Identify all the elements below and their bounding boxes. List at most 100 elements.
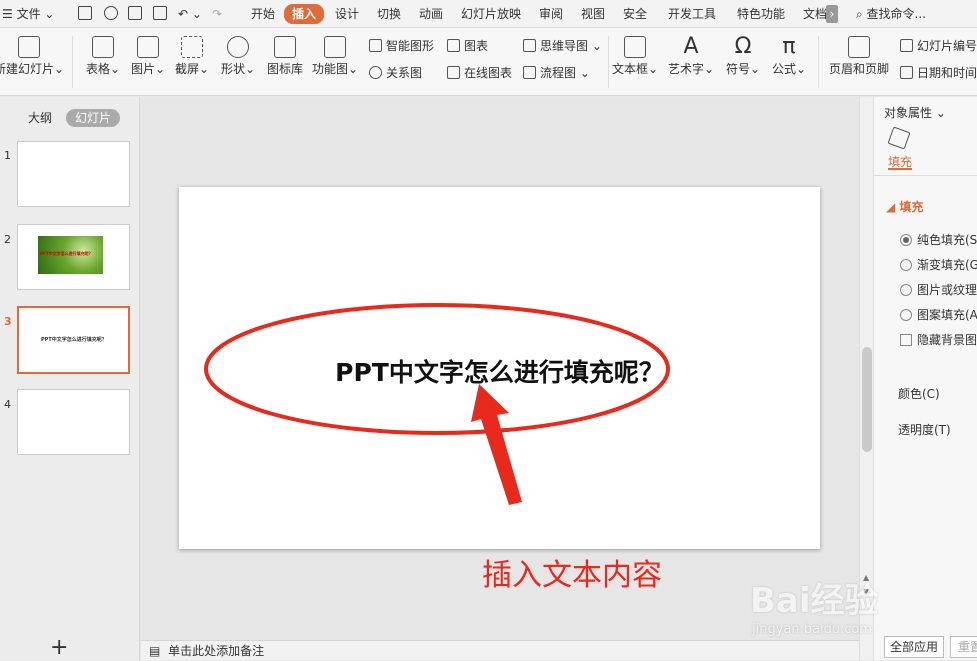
tab-view[interactable]: 视图 — [581, 5, 605, 23]
tab-scroll-right-icon[interactable]: › — [826, 5, 838, 23]
tab-fill[interactable]: 填充 — [888, 154, 913, 170]
slide-title-text[interactable]: PPT中文字怎么进行填充呢？ — [179, 353, 820, 389]
table-button[interactable]: 表格⌄ — [83, 36, 123, 76]
tab-document[interactable]: 文档 — [803, 5, 827, 23]
slide-number-icon — [900, 39, 913, 52]
mindmap-icon — [523, 39, 536, 52]
tab-animation[interactable]: 动画 — [419, 5, 443, 23]
tab-insert[interactable]: 插入 — [284, 4, 325, 24]
tab-transition[interactable]: 切换 — [377, 5, 401, 23]
symbol-button[interactable]: Ω 符号⌄ — [722, 34, 764, 77]
function-chart-label: 功能图⌄ — [312, 62, 359, 76]
command-search[interactable]: ⌕ 查找命令... — [856, 5, 926, 23]
tab-slideshow[interactable]: 幻灯片放映 — [461, 5, 521, 23]
header-footer-icon — [848, 36, 870, 58]
wordart-button[interactable]: A 艺术字⌄ — [666, 36, 716, 77]
tab-review[interactable]: 审阅 — [539, 5, 563, 23]
ribbon-divider — [608, 36, 609, 88]
apply-all-button[interactable]: 全部应用 — [884, 636, 944, 658]
screenshot-button[interactable]: 截屏⌄ — [172, 36, 212, 76]
slide-number: 2 — [4, 233, 11, 246]
picture-button[interactable]: 图片⌄ — [128, 36, 168, 76]
chart-label: 图表 — [464, 39, 489, 53]
tab-security[interactable]: 安全 — [623, 5, 647, 23]
chart-button[interactable]: 图表 — [447, 38, 488, 54]
mindmap-button[interactable]: 思维导图 ⌄ — [523, 38, 602, 54]
tab-developer[interactable]: 开发工具 — [668, 5, 716, 23]
online-chart-button[interactable]: 在线图表 — [447, 65, 512, 81]
flowchart-label: 流程图 — [540, 66, 577, 80]
scroll-up-icon[interactable]: ▲ — [863, 573, 869, 582]
fill-bucket-icon — [887, 126, 911, 150]
add-slide-icon[interactable]: + — [50, 637, 68, 659]
scroll-down-icon[interactable]: ▼ — [863, 587, 869, 596]
pane-divider — [874, 175, 977, 176]
object-properties-pane: 对象属性 ⌄ 填充 ◢ 填充 纯色填充(S) 渐变填充(G) 图片或纹理 图案填… — [873, 97, 977, 660]
slide-number-button[interactable]: 幻灯片编号 — [900, 38, 977, 54]
relation-chart-button[interactable]: 关系图 — [369, 65, 422, 81]
tab-special-features[interactable]: 特色功能 — [737, 5, 785, 23]
command-search-label: 查找命令... — [866, 7, 926, 21]
slide-thumbnail-4[interactable] — [17, 389, 130, 455]
picture-texture-fill-radio[interactable]: 图片或纹理 — [900, 282, 977, 298]
solid-fill-radio[interactable]: 纯色填充(S) — [900, 232, 977, 248]
formula-button[interactable]: π 公式⌄ — [768, 34, 810, 77]
slide-number: 4 — [4, 398, 11, 411]
undo-icon[interactable]: ↶ ⌄ — [178, 5, 202, 23]
notes-bar[interactable]: ▤ 单击此处添加备注 — [141, 640, 859, 660]
redo-icon[interactable]: ↷ — [212, 5, 222, 23]
function-chart-button[interactable]: 功能图⌄ — [312, 36, 358, 76]
wordart-label: 艺术字⌄ — [667, 62, 715, 76]
color-label: 颜色(C) — [898, 387, 940, 401]
pi-icon: π — [782, 34, 796, 59]
reset-button[interactable]: 重置 — [950, 636, 977, 658]
hide-background-checkbox[interactable]: 隐藏背景图 — [900, 332, 977, 348]
slide-number: 3 — [4, 315, 12, 328]
chart-icon — [447, 39, 460, 52]
flowchart-icon — [523, 66, 536, 79]
relation-chart-icon — [369, 66, 382, 79]
slide-thumbnail-3[interactable]: PPT中文字怎么进行填充呢？ — [17, 306, 130, 374]
shape-button[interactable]: 形状⌄ — [218, 36, 258, 76]
current-slide[interactable]: PPT中文字怎么进行填充呢？ — [179, 187, 820, 549]
tab-home[interactable]: 开始 — [251, 5, 275, 23]
file-menu-button[interactable]: ☰ 文件 ⌄ — [2, 5, 54, 23]
mindmap-label: 思维导图 — [540, 39, 589, 53]
ribbon-divider — [72, 36, 73, 88]
icon-library-button[interactable]: 图标库 — [264, 36, 306, 76]
new-slide-button[interactable]: 新建幻灯片⌄ — [0, 36, 64, 76]
insert-ribbon: 新建幻灯片⌄ 表格⌄ 图片⌄ 截屏⌄ 形状⌄ 图标库 功能图⌄ 智能图形 关系图… — [0, 28, 977, 96]
save-icon[interactable] — [78, 6, 92, 20]
scrollbar-thumb[interactable] — [862, 347, 872, 452]
print-icon[interactable] — [128, 6, 142, 20]
screenshot-label: 截屏⌄ — [174, 62, 210, 76]
textbox-button[interactable]: 文本框⌄ — [610, 36, 660, 76]
sync-icon[interactable] — [104, 6, 118, 20]
pattern-fill-radio[interactable]: 图案填充(A) — [900, 307, 977, 323]
thumbnail-title: PPT中文字怎么进行填充呢？ — [40, 251, 93, 256]
date-time-label: 日期和时间 — [917, 66, 977, 80]
omega-icon: Ω — [734, 34, 752, 59]
flowchart-button[interactable]: 流程图 ⌄ — [523, 65, 590, 81]
picture-label: 图片⌄ — [130, 62, 166, 76]
slide-thumbnail-2[interactable]: PPT中文字怎么进行填充呢？ — [17, 224, 130, 290]
tab-design[interactable]: 设计 — [335, 5, 359, 23]
print-preview-icon[interactable] — [153, 6, 167, 20]
fill-section-header[interactable]: ◢ 填充 — [886, 199, 923, 215]
date-time-button[interactable]: 日期和时间 — [900, 65, 977, 81]
header-footer-button[interactable]: 页眉和页脚 — [826, 36, 892, 76]
picture-icon — [137, 36, 159, 58]
notes-icon: ▤ — [149, 644, 161, 658]
slide-number-label: 幻灯片编号 — [917, 39, 977, 53]
screenshot-icon — [181, 36, 203, 58]
smart-shape-label: 智能图形 — [386, 39, 435, 53]
table-icon — [92, 36, 114, 58]
menu-tab-bar: ☰ 文件 ⌄ ↶ ⌄ ↷ 开始 插入 设计 切换 动画 幻灯片放映 审阅 视图 … — [0, 0, 977, 28]
smart-shape-button[interactable]: 智能图形 — [369, 38, 434, 54]
slide-thumbnail-1[interactable] — [17, 141, 130, 207]
gradient-fill-radio[interactable]: 渐变填充(G) — [900, 257, 977, 273]
tab-outline[interactable]: 大纲 — [28, 109, 52, 127]
tab-slides[interactable]: 幻灯片 — [66, 109, 121, 127]
vertical-scrollbar[interactable]: ▲ ▼ — [859, 97, 873, 660]
pane-title[interactable]: 对象属性 ⌄ — [884, 105, 946, 121]
